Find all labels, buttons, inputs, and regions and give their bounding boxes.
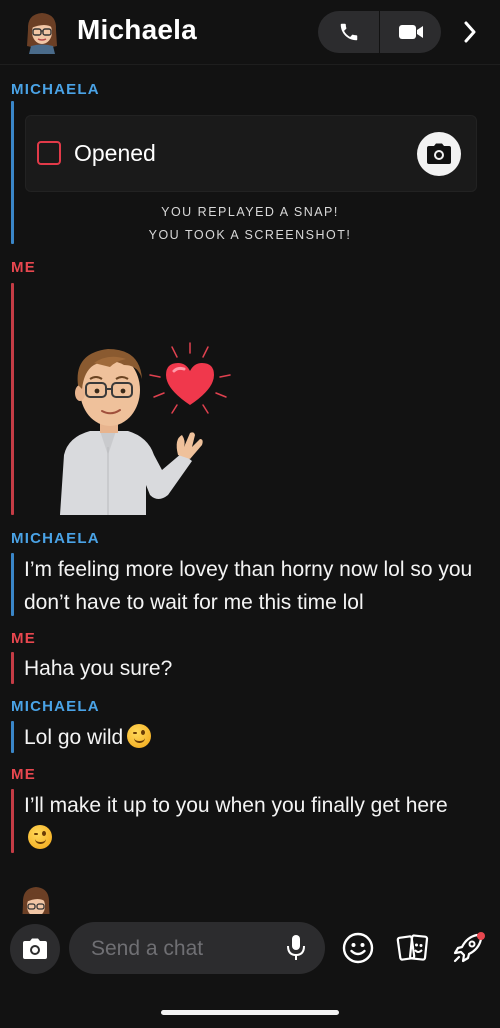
- sender-label-me: ME: [11, 259, 36, 276]
- video-camera-icon[interactable]: [380, 11, 441, 53]
- sender-label-michaela: MICHAELA: [11, 81, 100, 98]
- message-text: Lol go wild: [24, 726, 124, 749]
- microphone-icon[interactable]: [284, 934, 308, 962]
- camera-icon: [23, 938, 47, 959]
- message-text: I’ll make it up to you when you finally …: [24, 794, 448, 817]
- bitmoji-heart-sticker[interactable]: [50, 335, 235, 515]
- replay-notice: YOU REPLAYED A SNAP!: [161, 205, 339, 219]
- chat-header: Michaela: [0, 0, 500, 65]
- sender-label-michaela: MICHAELA: [11, 698, 100, 715]
- winking-face-emoji: [127, 724, 152, 748]
- send-chat-input[interactable]: [89, 922, 278, 976]
- me-thread-bar: [11, 652, 14, 684]
- message-text[interactable]: Haha you sure?: [24, 652, 172, 685]
- me-thread-bar: [11, 789, 14, 853]
- camera-button[interactable]: [10, 924, 60, 974]
- sender-label-me: ME: [11, 766, 36, 783]
- screenshot-notice: YOU TOOK A SCREENSHOT!: [148, 228, 352, 242]
- michaela-thread-bar: [11, 553, 14, 616]
- contact-name[interactable]: Michaela: [77, 14, 197, 46]
- camera-icon[interactable]: [417, 132, 461, 176]
- michaela-thread-bar: [11, 101, 14, 244]
- snap-card[interactable]: Opened: [25, 115, 477, 192]
- opened-snap-icon: [37, 141, 61, 165]
- smiley-icon[interactable]: [340, 930, 376, 966]
- message-bubble[interactable]: Lol go wild: [24, 721, 152, 754]
- chevron-right-icon[interactable]: [456, 16, 484, 48]
- chat-input-container: [69, 922, 325, 976]
- bitmoji-avatar-icon[interactable]: [22, 10, 62, 54]
- snap-status: Opened: [74, 140, 156, 166]
- call-controls: [318, 11, 441, 53]
- phone-icon[interactable]: [318, 11, 379, 53]
- me-thread-bar: [11, 283, 14, 515]
- rocket-icon[interactable]: [450, 930, 486, 966]
- sender-label-me: ME: [11, 630, 36, 647]
- michaela-thread-bar: [11, 721, 14, 753]
- winking-face-emoji: [28, 825, 52, 849]
- message-text[interactable]: I’m feeling more lovey than horny now lo…: [24, 553, 494, 619]
- sender-label-michaela: MICHAELA: [11, 530, 100, 547]
- friend-bitmoji-icon: [18, 884, 54, 914]
- home-indicator[interactable]: [161, 1010, 339, 1015]
- message-bubble[interactable]: I’ll make it up to you when you finally …: [24, 789, 464, 855]
- stickers-icon[interactable]: [395, 930, 431, 966]
